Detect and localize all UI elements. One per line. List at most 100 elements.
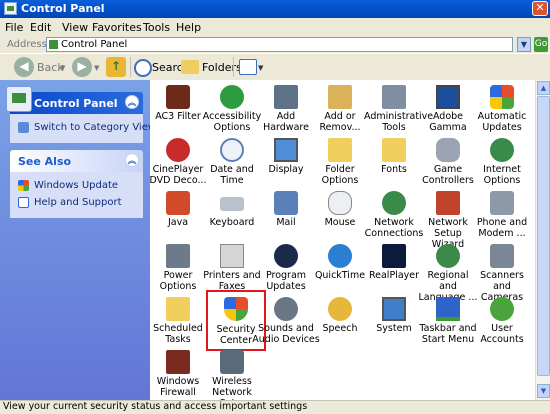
cineplayer-item[interactable]: CinePlayer DVD Deco...: [150, 136, 207, 188]
display-icon: [274, 138, 298, 162]
network-connections-item[interactable]: Network Connections: [364, 189, 424, 241]
fonts-item[interactable]: Fonts: [366, 136, 422, 188]
vertical-scrollbar[interactable]: ▲ ▼: [535, 80, 550, 400]
scroll-thumb[interactable]: [537, 96, 550, 376]
date-and-time-item[interactable]: Date and Time: [204, 136, 260, 188]
menu-help[interactable]: Help: [176, 21, 201, 34]
internet-globe-icon: [490, 138, 514, 162]
item-label: Mail: [276, 217, 296, 228]
windows-update-link[interactable]: Windows Update: [18, 178, 137, 195]
add-hardware-item[interactable]: Add Hardware: [258, 83, 314, 135]
collapse-chevron-icon[interactable]: ︽: [125, 95, 139, 109]
menu-favorites[interactable]: Favorites: [92, 21, 142, 34]
back-arrow-icon[interactable]: ◀: [14, 57, 34, 77]
display-item[interactable]: Display: [258, 136, 314, 188]
network-setup-wizard-item[interactable]: Network Setup Wizard: [420, 189, 476, 250]
user-accounts-item[interactable]: User Accounts: [474, 295, 530, 347]
adobe-gamma-item[interactable]: Adobe Gamma: [420, 83, 476, 135]
taskbar-and-start-menu-item[interactable]: Taskbar and Start Menu: [419, 295, 477, 347]
mouse-item[interactable]: Mouse: [312, 189, 368, 241]
realplayer-item[interactable]: RealPlayer: [366, 242, 422, 294]
regional-and-language-item[interactable]: Regional and Language ...: [419, 242, 477, 303]
menu-edit[interactable]: Edit: [30, 21, 51, 34]
program-updates-item[interactable]: Program Updates: [258, 242, 314, 294]
menu-tools[interactable]: Tools: [143, 21, 170, 34]
system-item[interactable]: System: [366, 295, 422, 347]
windows-update-icon: [18, 180, 29, 191]
java-icon: [166, 191, 190, 215]
mail-icon: [274, 191, 298, 215]
item-label: Folder Options: [321, 164, 359, 186]
add-hardware-icon: [274, 85, 298, 109]
speech-icon: [328, 297, 352, 321]
wireless-network-setup-item[interactable]: Wireless Network Set...: [204, 348, 260, 400]
back-dropdown-icon[interactable]: ▼: [60, 64, 65, 72]
control-panel-header[interactable]: Control Panel ︽: [6, 86, 143, 114]
keyboard-item[interactable]: Keyboard: [204, 189, 260, 241]
folders-button[interactable]: Folders: [202, 61, 242, 74]
ac3-filter-item[interactable]: AC3 Filter: [150, 83, 206, 135]
address-dropdown-icon[interactable]: ▼: [517, 37, 531, 52]
folder-options-item[interactable]: Folder Options: [312, 136, 368, 188]
phone-icon: [490, 191, 514, 215]
views-dropdown-icon[interactable]: ▼: [258, 64, 263, 72]
mouse-icon: [328, 191, 352, 215]
toolbar: ◀ Back ▼ ▶ ▼ ↑ Search Folders ▼: [0, 53, 550, 81]
phone-and-modem-item[interactable]: Phone and Modem ...: [474, 189, 530, 241]
control-panel-items: AC3 Filter Accessibility Options Add Har…: [150, 80, 535, 400]
item-label: Speech: [322, 323, 358, 334]
add-remove-programs-icon: [328, 85, 352, 109]
address-field[interactable]: Control Panel: [46, 37, 513, 52]
automatic-updates-item[interactable]: Automatic Updates: [474, 83, 530, 135]
help-and-support-link[interactable]: Help and Support: [18, 195, 137, 212]
internet-options-item[interactable]: Internet Options: [474, 136, 530, 188]
administrative-tools-item[interactable]: Administrative Tools: [364, 83, 433, 135]
up-folder-icon[interactable]: ↑: [106, 57, 126, 77]
views-icon[interactable]: [239, 59, 257, 75]
item-label: RealPlayer: [368, 270, 420, 281]
user-accounts-icon: [490, 297, 514, 321]
menu-view[interactable]: View: [62, 21, 88, 34]
item-label: Network Connections: [364, 217, 424, 239]
fonts-folder-icon: [382, 138, 406, 162]
control-panel-section: Control Panel ︽ Switch to Category View: [6, 86, 156, 143]
category-view-icon: [18, 122, 29, 133]
speaker-icon: [274, 297, 298, 321]
speech-item[interactable]: Speech: [312, 295, 368, 347]
scanners-and-cameras-item[interactable]: Scanners and Cameras: [474, 242, 530, 303]
firewall-icon: [166, 350, 190, 374]
game-controllers-item[interactable]: Game Controllers: [420, 136, 476, 188]
printers-and-faxes-item[interactable]: Printers and Faxes: [203, 242, 261, 294]
scroll-up-icon[interactable]: ▲: [537, 81, 550, 95]
scheduled-tasks-item[interactable]: Scheduled Tasks: [150, 295, 206, 347]
item-label: Taskbar and Start Menu: [419, 323, 477, 345]
scroll-down-icon[interactable]: ▼: [537, 384, 550, 398]
control-panel-icon: [6, 86, 32, 112]
control-panel-icon: [4, 2, 17, 15]
search-icon[interactable]: [134, 59, 152, 77]
monitor-icon: [436, 85, 460, 109]
collapse-chevron-icon[interactable]: ︽: [125, 153, 139, 167]
mail-item[interactable]: Mail: [258, 189, 314, 241]
menu-file[interactable]: File: [5, 21, 23, 34]
forward-arrow-icon[interactable]: ▶: [72, 57, 92, 77]
switch-to-category-view-link[interactable]: Switch to Category View: [18, 120, 156, 137]
globe-icon: [436, 244, 460, 268]
windows-firewall-item[interactable]: Windows Firewall: [150, 348, 206, 400]
folders-icon[interactable]: [181, 60, 199, 74]
wireless-icon: [220, 350, 244, 374]
item-label: Fonts: [381, 164, 407, 175]
accessibility-options-item[interactable]: Accessibility Options: [203, 83, 261, 135]
close-button[interactable]: ✕: [532, 1, 548, 16]
forward-dropdown-icon[interactable]: ▼: [94, 64, 99, 72]
power-options-item[interactable]: Power Options: [150, 242, 206, 294]
printer-icon: [220, 244, 244, 268]
go-button[interactable]: Go: [534, 37, 548, 52]
status-bar: View your current security status and ac…: [0, 400, 550, 414]
sounds-and-audio-devices-item[interactable]: Sounds and Audio Devices: [252, 295, 320, 347]
java-item[interactable]: Java: [150, 189, 206, 241]
quicktime-item[interactable]: QuickTime: [312, 242, 368, 294]
see-also-header[interactable]: See Also ︽: [10, 150, 143, 172]
item-label: Keyboard: [209, 217, 255, 228]
add-or-remove-programs-item[interactable]: Add or Remov...: [312, 83, 368, 135]
